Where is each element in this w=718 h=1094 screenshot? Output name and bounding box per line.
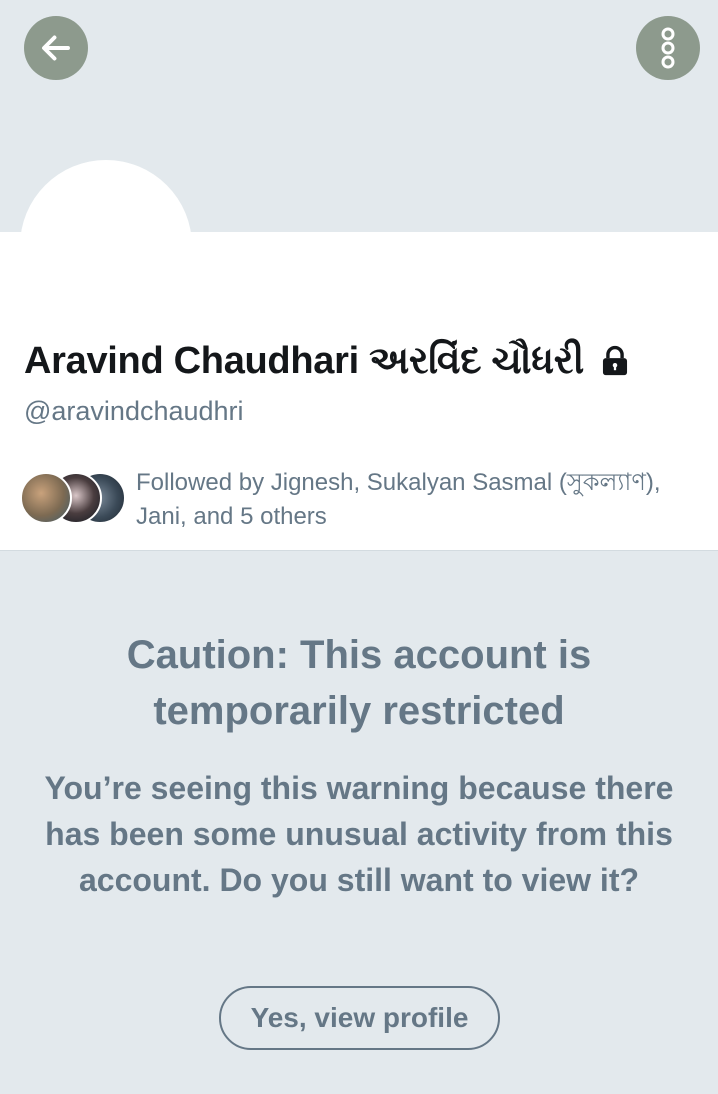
arrow-left-icon: [42, 35, 70, 61]
warning-message: You’re seeing this warning because there…: [44, 770, 674, 898]
lock-icon: [602, 345, 628, 376]
profile-name: Aravind Chaudhari અરવિંદ ચૌધરી: [24, 336, 632, 386]
profile-handle: @aravindchaudhri: [24, 396, 244, 426]
followed-by-text: Followed by Jignesh, Sukalyan Sasmal (সু…: [136, 469, 661, 530]
profile-page: Aravind Chaudhari અરવિંદ ચૌધરી @aravindc…: [0, 0, 718, 1094]
more-vertical-icon: [661, 27, 675, 69]
warning-title: Caution: This account is temporarily res…: [126, 633, 592, 733]
display-name-text: Aravind Chaudhari અરવિંદ ચૌધરી: [24, 339, 584, 382]
avatar[interactable]: [20, 160, 192, 332]
more-options-button[interactable]: [636, 16, 700, 80]
followed-by-section[interactable]: Followed by Jignesh, Sukalyan Sasmal (সু…: [20, 466, 710, 530]
back-button[interactable]: [24, 16, 88, 80]
restriction-warning: Caution: This account is temporarily res…: [0, 551, 718, 1094]
view-profile-button[interactable]: Yes, view profile: [219, 986, 500, 1050]
follower-avatar: [20, 472, 72, 524]
